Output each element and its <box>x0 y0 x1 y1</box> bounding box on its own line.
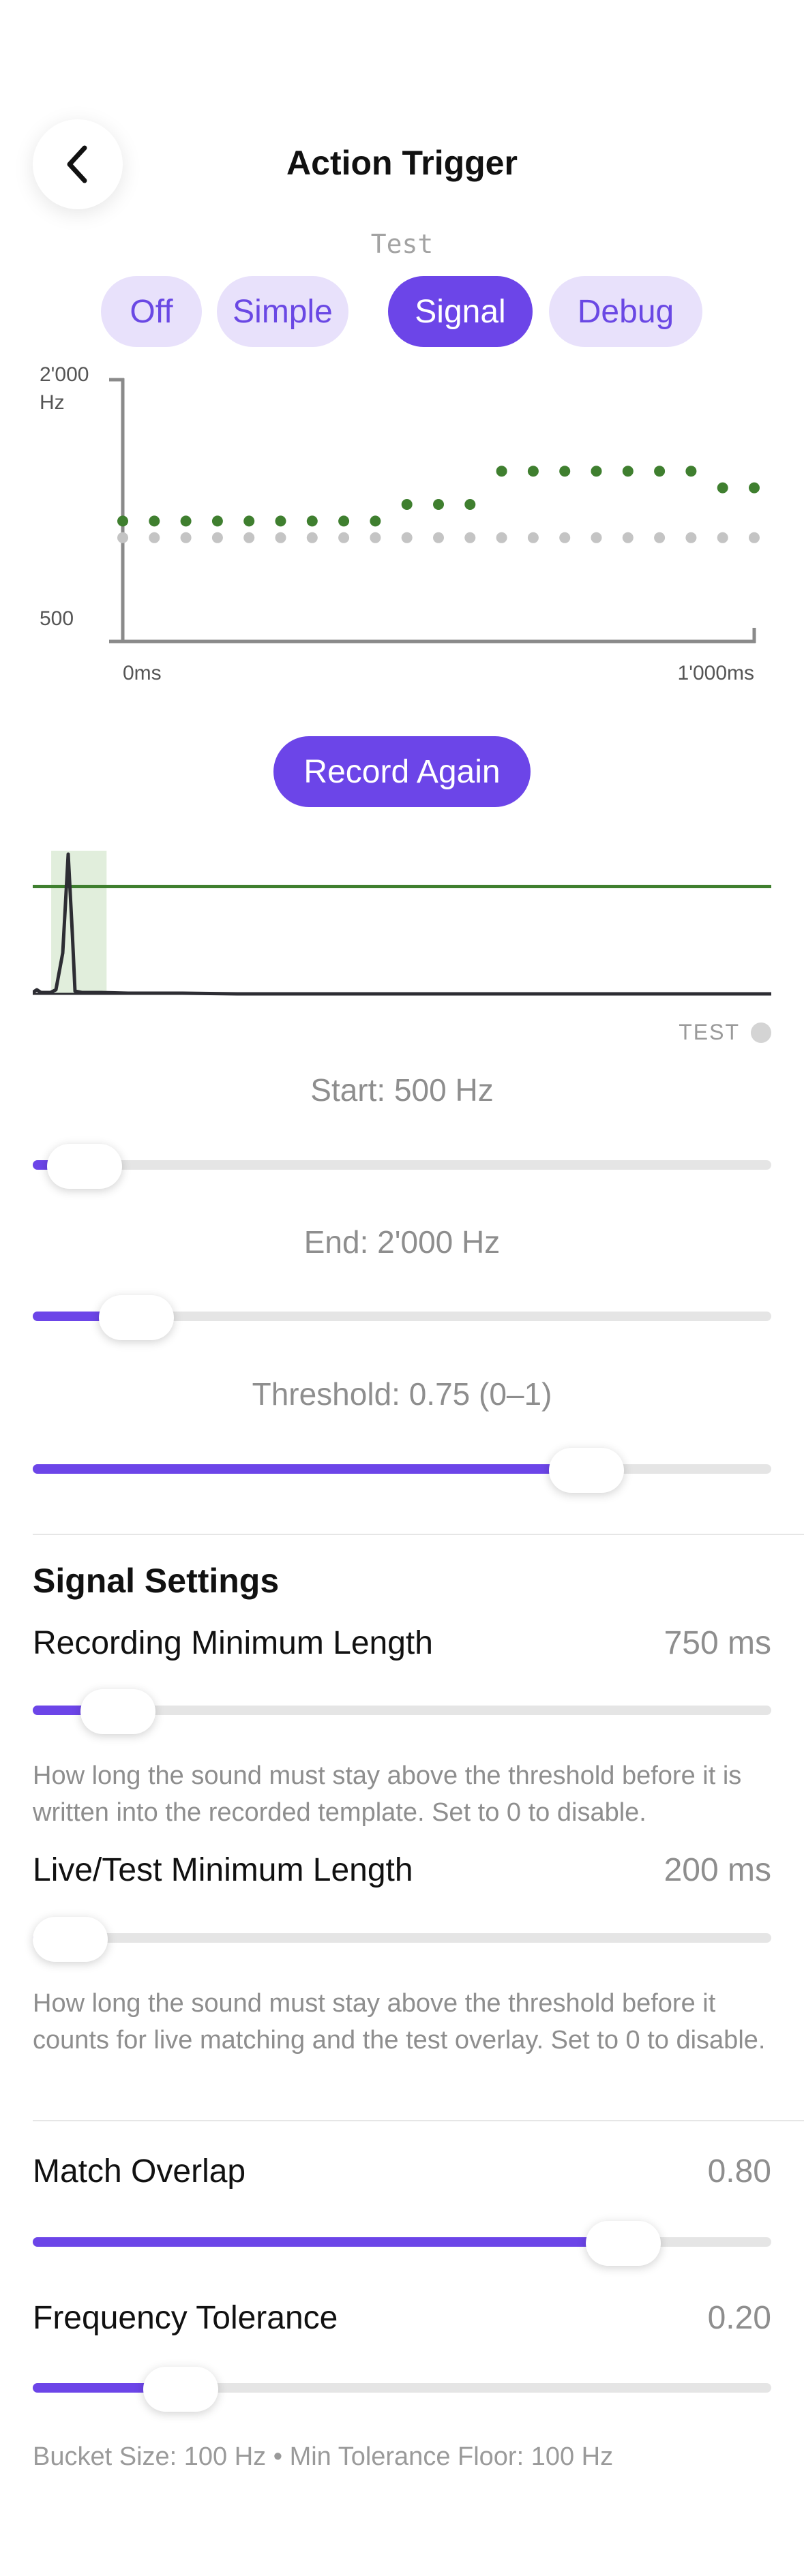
chart-point <box>464 499 476 510</box>
slider-thumb[interactable] <box>143 2367 218 2412</box>
chart-point <box>243 532 255 543</box>
signal-settings-title: Signal Settings <box>33 1562 280 1600</box>
record-again-button[interactable]: Record Again <box>273 736 531 807</box>
slider-thumb[interactable] <box>33 1917 108 1962</box>
chart-point <box>685 532 697 543</box>
chart-point <box>211 515 223 527</box>
start-frequency-label: Start: 500 Hz <box>310 1072 494 1108</box>
threshold-slider[interactable] <box>33 1448 771 1493</box>
slider-thumb[interactable] <box>549 1448 625 1493</box>
chart-point <box>527 466 539 477</box>
mode-option-signal[interactable]: Signal <box>388 276 533 347</box>
chart-point <box>117 532 128 543</box>
chart-point <box>370 532 381 543</box>
match-overlap-slider[interactable] <box>33 2221 771 2266</box>
waveform-display <box>33 851 771 996</box>
section-divider <box>33 2120 804 2121</box>
chart-point <box>401 532 413 543</box>
y-tick-min: 500 <box>40 607 74 630</box>
chart-point <box>591 466 602 477</box>
waveform-line <box>33 852 771 996</box>
chart-point <box>180 515 192 527</box>
recording-min-length-help: How long the sound must stay above the t… <box>33 1761 742 1827</box>
mode-option-off[interactable]: Off <box>101 276 202 347</box>
test-indicator: TEST <box>679 1020 771 1045</box>
frequency-chart: 2'000 Hz 500 0ms 1'000ms <box>40 365 760 684</box>
chart-point <box>591 532 602 543</box>
x-tick-start: 0ms <box>123 662 162 684</box>
slider-thumb[interactable] <box>98 1295 174 1340</box>
chart-point <box>306 532 318 543</box>
chart-point <box>496 466 507 477</box>
chart-point <box>464 532 476 543</box>
recording-min-length-value: 750 ms <box>664 1625 771 1661</box>
start-frequency-slider[interactable] <box>33 1144 771 1189</box>
chart-point <box>117 515 128 527</box>
chart-point <box>559 466 571 477</box>
chart-point <box>149 515 160 527</box>
chart-point <box>622 466 634 477</box>
slider-thumb[interactable] <box>586 2221 661 2266</box>
recording-min-length-label: Recording Minimum Length <box>33 1625 433 1661</box>
chart-point <box>717 482 728 494</box>
match-overlap-value: 0.80 <box>707 2153 771 2189</box>
chart-point <box>496 532 507 543</box>
mode-segmented-control: Off Simple Signal Debug <box>0 276 804 347</box>
chart-point <box>275 532 286 543</box>
chart-point <box>527 532 539 543</box>
chart-point <box>717 532 728 543</box>
test-status-dot <box>751 1022 771 1043</box>
slider-thumb[interactable] <box>80 1689 155 1734</box>
chart-point <box>306 515 318 527</box>
frequency-tolerance-label: Frequency Tolerance <box>33 2300 338 2336</box>
x-tick-end: 1'000ms <box>678 662 754 684</box>
chart-point <box>370 515 381 527</box>
mode-option-debug[interactable]: Debug <box>549 276 702 347</box>
chart-point <box>433 499 444 510</box>
recording-min-length-slider[interactable] <box>33 1689 771 1734</box>
chart-point <box>243 515 255 527</box>
chart-point <box>749 532 760 543</box>
test-indicator-label: TEST <box>679 1020 740 1044</box>
chart-point <box>433 532 444 543</box>
mode-label: Test <box>370 229 434 259</box>
y-tick-max: 2'000 <box>40 365 89 386</box>
frequency-tolerance-value: 0.20 <box>707 2300 771 2336</box>
slider-thumb[interactable] <box>46 1144 122 1189</box>
chart-point <box>654 466 666 477</box>
section-divider <box>33 1534 804 1535</box>
threshold-label: Threshold: 0.75 (0–1) <box>252 1376 552 1412</box>
y-unit-label: Hz <box>40 391 65 414</box>
chart-point <box>749 482 760 494</box>
chart-point <box>275 515 286 527</box>
chart-point <box>180 532 192 543</box>
mode-option-simple[interactable]: Simple <box>217 276 348 347</box>
page-title: Action Trigger <box>286 144 518 182</box>
live-min-length-label: Live/Test Minimum Length <box>33 1852 413 1888</box>
chart-point <box>149 532 160 543</box>
end-frequency-label: End: 2'000 Hz <box>303 1224 501 1260</box>
chart-point <box>685 466 697 477</box>
chart-point <box>654 532 666 543</box>
chart-point <box>401 499 413 510</box>
end-frequency-slider[interactable] <box>33 1295 771 1340</box>
live-min-length-help: How long the sound must stay above the t… <box>33 1989 766 2055</box>
chart-points <box>117 466 760 543</box>
chart-point <box>211 532 223 543</box>
chart-point <box>559 532 571 543</box>
frequency-tolerance-slider[interactable] <box>33 2367 771 2412</box>
chart-point <box>622 532 634 543</box>
match-overlap-label: Match Overlap <box>33 2153 246 2189</box>
live-min-length-value: 200 ms <box>664 1852 771 1888</box>
chart-point <box>338 532 350 543</box>
chart-point <box>338 515 350 527</box>
bucket-info-footer: Bucket Size: 100 Hz • Min Tolerance Floo… <box>33 2442 614 2471</box>
live-min-length-slider[interactable] <box>33 1917 771 1962</box>
